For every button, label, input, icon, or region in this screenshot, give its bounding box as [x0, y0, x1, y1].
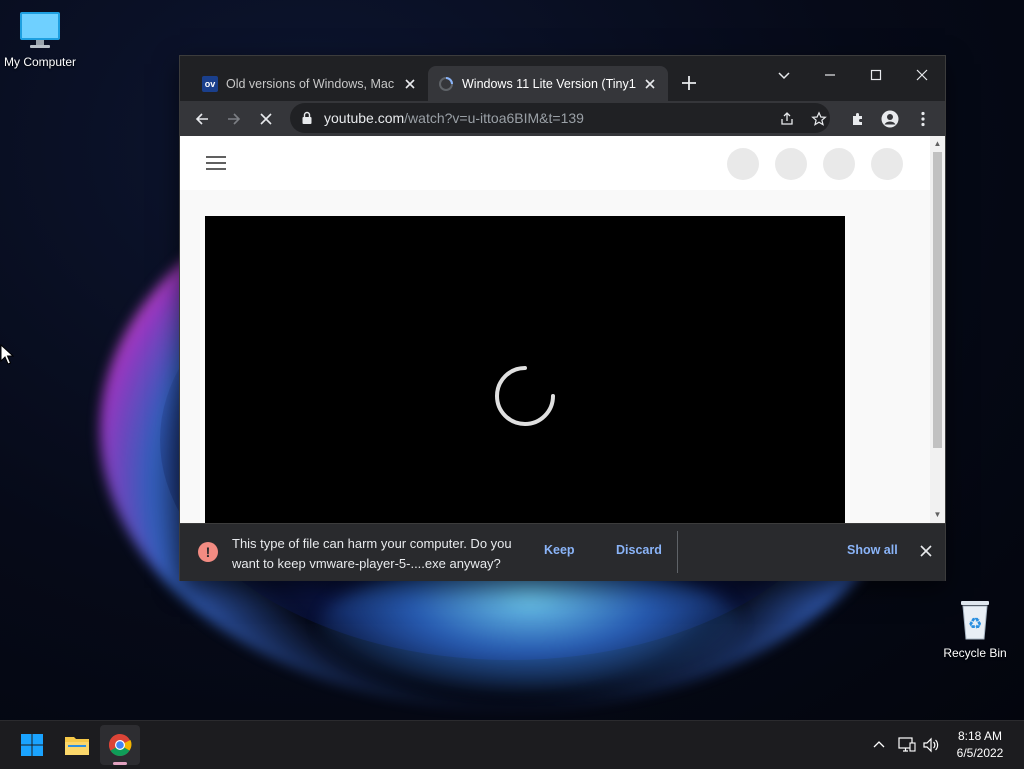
puzzle-icon	[853, 113, 862, 125]
svg-text:♻: ♻	[968, 614, 982, 633]
mouse-cursor-icon	[0, 344, 14, 365]
taskbar-clock[interactable]: 8:18 AM 6/5/2022	[940, 728, 1020, 762]
recycle-bin-icon: ♻	[961, 601, 989, 640]
volume-button[interactable]	[920, 734, 942, 756]
loading-spinner-icon	[439, 76, 453, 91]
show-hidden-icons-button[interactable]	[868, 734, 890, 756]
star-icon	[811, 111, 827, 126]
download-bar: ! This type of file can harm your comput…	[180, 523, 945, 581]
desktop-icon-label: My Computer	[3, 55, 77, 69]
address-bar[interactable]: youtube.com/watch?v=u-ittoa6BIM&t=139	[290, 103, 830, 133]
kebab-menu-icon	[921, 111, 925, 127]
scrollbar-thumb[interactable]	[933, 152, 942, 448]
chevron-down-icon	[778, 72, 790, 80]
clock-date: 6/5/2022	[956, 746, 1004, 760]
file-explorer-icon	[65, 737, 89, 755]
header-placeholder-circle	[727, 148, 759, 180]
close-download-bar-icon[interactable]	[918, 543, 934, 559]
desktop-icon-my-computer[interactable]: My Computer	[0, 10, 80, 69]
stop-x-icon	[260, 113, 272, 125]
share-icon	[781, 112, 793, 125]
download-bar-divider	[677, 531, 678, 573]
youtube-header-skeleton	[180, 136, 930, 190]
page-scrollbar[interactable]: ▲ ▼	[930, 136, 945, 523]
tab-title: Old versions of Windows, Mac and Linux	[226, 76, 396, 91]
tab-title: Windows 11 Lite Version (Tiny11)	[462, 76, 636, 91]
desktop-icon-recycle-bin[interactable]: ♻ Recycle Bin	[935, 597, 1015, 660]
loading-spinner-icon	[495, 366, 555, 426]
network-icon	[898, 737, 916, 752]
back-arrow-icon	[195, 113, 208, 125]
close-tab-icon[interactable]	[642, 76, 658, 92]
taskbar: 8:18 AM 6/5/2022	[0, 720, 1024, 769]
close-icon	[916, 69, 928, 81]
show-all-button[interactable]: Show all	[847, 543, 898, 557]
keep-button[interactable]: Keep	[544, 543, 575, 557]
header-placeholder-circle	[871, 148, 903, 180]
header-placeholder-circle	[823, 148, 855, 180]
stop-loading-button[interactable]	[253, 106, 279, 132]
tab-strip: ov Old versions of Windows, Mac and Linu…	[180, 56, 945, 101]
taskbar-chrome[interactable]	[100, 725, 140, 765]
monitor-icon	[20, 12, 60, 48]
bookmark-button[interactable]	[806, 106, 832, 132]
start-button[interactable]	[12, 725, 52, 765]
speaker-icon	[923, 737, 939, 753]
maximize-button[interactable]	[853, 60, 899, 90]
header-placeholder-circle	[775, 148, 807, 180]
clock-time: 8:18 AM	[957, 729, 1003, 743]
discard-button[interactable]: Discard	[616, 543, 662, 557]
chevron-up-icon	[873, 741, 885, 748]
new-tab-plus-icon[interactable]	[678, 72, 700, 94]
download-warning-text: This type of file can harm your computer…	[232, 536, 512, 571]
network-button[interactable]	[896, 734, 918, 756]
taskbar-file-explorer[interactable]	[57, 725, 97, 765]
back-button[interactable]	[189, 106, 215, 132]
avatar-icon	[881, 110, 899, 128]
extensions-button[interactable]	[845, 106, 871, 132]
scroll-up-arrow-icon[interactable]: ▲	[933, 139, 942, 149]
page-viewport: ▲ ▼	[180, 136, 945, 523]
tab-windows-11-lite[interactable]: Windows 11 Lite Version (Tiny11)	[428, 66, 668, 101]
warning-icon: !	[198, 542, 218, 562]
video-player[interactable]	[205, 216, 845, 523]
minimize-icon	[825, 74, 835, 76]
hamburger-menu-icon[interactable]	[206, 156, 226, 170]
chrome-window: ov Old versions of Windows, Mac and Linu…	[180, 56, 945, 581]
browser-toolbar: youtube.com/watch?v=u-ittoa6BIM&t=139	[180, 101, 945, 136]
start-icon	[21, 734, 43, 756]
scroll-down-arrow-icon[interactable]: ▼	[933, 510, 942, 520]
oldversion-favicon-icon: ov	[202, 75, 218, 92]
close-window-button[interactable]	[899, 60, 945, 90]
chrome-active-indicator	[113, 762, 127, 765]
close-tab-icon[interactable]	[402, 76, 418, 92]
chrome-icon	[109, 734, 132, 756]
url-host: youtube.com	[324, 110, 405, 126]
lock-icon	[302, 111, 312, 124]
forward-arrow-icon	[228, 113, 241, 125]
desktop-icon-label: Recycle Bin	[943, 646, 1007, 660]
share-button[interactable]	[774, 106, 800, 132]
chrome-menu-button[interactable]	[910, 106, 936, 132]
tab-old-versions[interactable]: ov Old versions of Windows, Mac and Linu…	[192, 66, 428, 101]
profile-button[interactable]	[877, 106, 903, 132]
maximize-icon	[870, 69, 882, 81]
minimize-button[interactable]	[807, 60, 853, 90]
url-path: /watch?v=u-ittoa6BIM&t=139	[404, 110, 584, 126]
tab-search-button[interactable]	[761, 60, 807, 90]
forward-button[interactable]	[221, 106, 247, 132]
